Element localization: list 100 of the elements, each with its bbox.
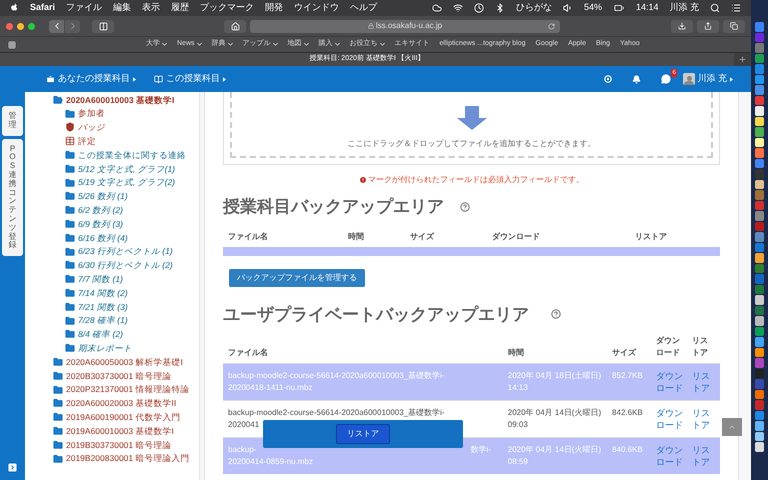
nav-menu-link[interactable]: この授業科目 [166,72,220,86]
side-tab[interactable]: POS連携コンテンツ登録 [2,138,23,256]
tabs-button[interactable] [723,20,745,32]
help-icon[interactable] [551,309,561,320]
tree-item-link[interactable]: 2020P321370001 情報理論特論 [66,385,190,394]
tree-item-link[interactable]: 2020A600010003 基礎数学I [66,96,174,104]
tree-item-link[interactable]: 6/30 行列とベクトル (2) [78,261,173,270]
tree-item-link[interactable]: 7/14 関数 (2) [78,288,128,298]
chevron-down-icon[interactable] [304,43,309,46]
volume-icon[interactable] [562,3,573,13]
downloads-button[interactable] [671,20,693,32]
menu-item[interactable]: ウインドウ [294,1,340,15]
menu-user[interactable]: 川添 充 [669,1,699,15]
tree-item-link[interactable]: 2019A600010003 基礎数学I [66,426,174,436]
side-tab[interactable]: 管理 [2,106,23,136]
chevron-down-icon[interactable] [272,43,278,46]
nav-menu-link[interactable]: あなたの授業科目 [58,72,130,86]
app-menu[interactable]: Safari [30,1,56,15]
menu-item[interactable]: 開発 [265,1,284,15]
tree-item-link[interactable]: 6/16 数列 (4) [78,234,128,242]
wifi-icon[interactable] [452,3,463,13]
tree-item-link[interactable]: 2019B200830001 暗号理論入門 [66,454,190,463]
close-window-icon[interactable] [6,22,13,30]
tree-item-link[interactable]: 2020A600050003 解析学基礎I [66,358,183,366]
menu-item[interactable]: ヘルプ [350,1,378,15]
battery-icon[interactable] [612,3,625,13]
required-note: マークが付けられたフィールドは必須入力フィールドです。 [368,174,584,186]
chevron-down-icon[interactable] [380,43,385,46]
tree-item-link[interactable]: 6/2 数列 (2) [78,206,123,215]
menu-item[interactable]: 編集 [113,1,132,15]
tree-item-link[interactable]: 期末レポート [78,344,132,352]
battery-percent[interactable]: 54% [584,1,602,15]
apple-logo-icon[interactable] [10,3,19,13]
menu-item[interactable]: 表示 [142,1,160,15]
grid-icon[interactable] [8,40,16,48]
restore-button[interactable]: リストア [336,424,390,444]
share-button[interactable] [697,20,719,32]
back-button[interactable] [49,20,64,32]
tree-item-link[interactable]: この授業全体に関する連絡 [78,150,186,160]
file-dropzone[interactable]: ここにドラッグ＆ドロップしてファイルを追加することができます。 [230,92,713,158]
folder-icon [65,302,75,312]
circle-icon[interactable] [604,75,612,83]
chevron-down-icon[interactable] [228,43,233,46]
tree-item-link[interactable]: 5/19 文字と式, グラフ(2) [78,178,176,187]
tree-item-link[interactable]: 5/12 文字と式, グラフ(1) [78,164,176,174]
lock-icon [368,23,374,29]
search-icon[interactable] [710,3,720,13]
tree-item-link[interactable]: 7/21 関数 (3) [78,302,128,312]
tree-item-link[interactable]: 評定 [78,137,96,146]
tree-item-link[interactable]: 2019B303730001 暗号理論 [66,440,172,450]
list-icon[interactable] [731,3,741,13]
chat-icon[interactable] [661,74,672,84]
sidebar-button[interactable] [92,20,114,32]
file-name: backup- [228,444,256,456]
address-field[interactable]: lss.osakafu-u.ac.jp [376,20,442,32]
zoom-window-icon[interactable] [28,22,35,30]
tree-item-link[interactable]: 2020A600020003 基礎数学II [66,399,176,408]
folder-icon [65,246,75,257]
tree-item-link[interactable]: バッジ [78,123,105,132]
manage-backups-button[interactable]: バックアップファイルを管理する [229,268,365,286]
folder-icon [65,232,75,243]
download-link[interactable]: ダウンロード [656,407,684,431]
chevron-down-icon[interactable] [162,43,167,46]
menu-item[interactable]: ブックマーク [200,1,254,15]
tree-item-link[interactable]: 7/7 関数 (1) [78,275,123,284]
tree-item-link[interactable]: 参加者 [78,109,105,118]
tree-item-link[interactable]: 8/4 確率 (2) [78,330,123,339]
open-folder-icon [53,94,63,105]
reload-icon[interactable] [548,22,555,30]
home-button[interactable] [224,20,246,32]
clock-icon[interactable] [474,3,484,13]
section-heading: 授業科目バックアップエリア [223,196,444,218]
folder-icon [53,454,63,464]
plus-icon[interactable] [738,55,747,64]
restore-link[interactable]: リストア [692,407,712,431]
tree-item-link[interactable]: 7/28 確率 (1) [78,316,128,325]
chevron-down-icon[interactable] [334,43,340,46]
avatar-icon[interactable] [683,73,696,85]
caret-icon [223,76,226,82]
cloud-icon[interactable] [432,3,442,13]
menu-item[interactable]: ファイル [66,1,102,15]
file-size: 852.7KB [612,370,644,382]
help-icon[interactable] [460,202,470,212]
tree-item-link[interactable]: 5/26 数列 (1) [78,192,128,201]
bluetooth-icon[interactable] [494,3,505,13]
expand-panel-icon[interactable] [8,463,17,472]
bell-icon[interactable] [632,74,642,84]
tree-item-link[interactable]: 6/23 行列とベクトル (1) [78,247,173,256]
user-menu[interactable]: 川添 充 [697,72,727,86]
menu-item[interactable]: 履歴 [171,1,190,15]
tree-item-link[interactable]: 2020B303730001 暗号理論 [66,372,172,380]
chevron-down-icon[interactable] [196,43,202,46]
minimize-window-icon[interactable] [17,22,24,30]
tree-item-link[interactable]: 6/9 数列 (3) [78,220,123,228]
file-time: 2020年 04月 14日(火曜日) 09:03 [508,407,602,431]
menu-clock[interactable]: 14:14 [636,1,658,15]
tree-item-link[interactable]: 2019A600190001 代数学入門 [66,412,180,422]
folder-icon [65,108,75,119]
input-method[interactable]: ひらがな [516,1,552,15]
shield-icon [65,122,75,132]
